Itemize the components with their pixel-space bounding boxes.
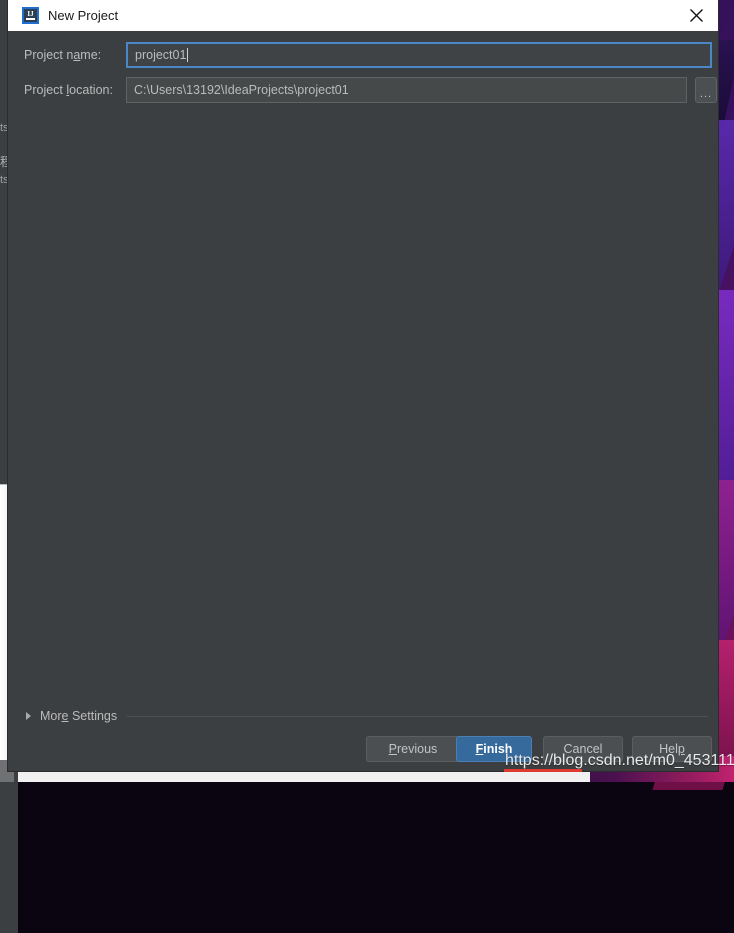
dialog-body: Project name: project01 Project location…: [8, 31, 718, 771]
more-settings-label: More Settings: [40, 709, 117, 723]
new-project-dialog: IJ New Project Project name: project01 P…: [8, 0, 718, 771]
dialog-title: New Project: [48, 8, 119, 23]
previous-button-label-end: revious: [397, 742, 438, 756]
intellij-idea-icon: IJ: [22, 7, 39, 24]
close-button[interactable]: [674, 0, 718, 31]
more-settings-toggle[interactable]: More Settings: [26, 709, 117, 723]
browse-folder-button[interactable]: ...: [695, 77, 717, 103]
previous-button-mnemonic: P: [388, 742, 398, 756]
ellipsis-icon: ...: [699, 88, 713, 100]
project-location-label-text-end: ocation:: [69, 83, 113, 97]
project-name-label: Project name:: [24, 48, 101, 62]
project-location-value: C:\Users\13192\IdeaProjects\project01: [134, 83, 349, 97]
more-settings-label-text-end: Settings: [68, 709, 118, 723]
chevron-right-icon: [26, 712, 31, 720]
project-location-label-text: Project: [24, 83, 67, 97]
more-settings-row: More Settings: [8, 707, 718, 725]
project-location-label: Project location:: [24, 83, 113, 97]
project-name-input[interactable]: project01: [126, 42, 712, 68]
text-caret: [187, 48, 189, 62]
separator-line: [127, 715, 708, 717]
watermark-text: https://blog.csdn.net/m0_45311187: [505, 752, 734, 769]
intellij-idea-icon-bar: [26, 18, 35, 20]
project-name-label-text: Project n: [24, 48, 74, 62]
more-settings-label-text: Mor: [40, 709, 62, 723]
watermark-underline: [504, 769, 582, 772]
dialog-titlebar: IJ New Project: [8, 0, 718, 31]
intellij-idea-icon-letters: IJ: [27, 10, 34, 18]
project-name-row: Project name: project01: [8, 42, 718, 68]
project-location-row: Project location: C:\Users\13192\IdeaPro…: [8, 77, 718, 103]
project-name-value: project01: [135, 48, 187, 62]
previous-button[interactable]: Previous: [366, 736, 460, 762]
project-location-input[interactable]: C:\Users\13192\IdeaProjects\project01: [126, 77, 687, 103]
finish-button-mnemonic: F: [475, 742, 484, 756]
close-icon: [689, 9, 703, 22]
project-name-label-text-end: me:: [80, 48, 102, 62]
